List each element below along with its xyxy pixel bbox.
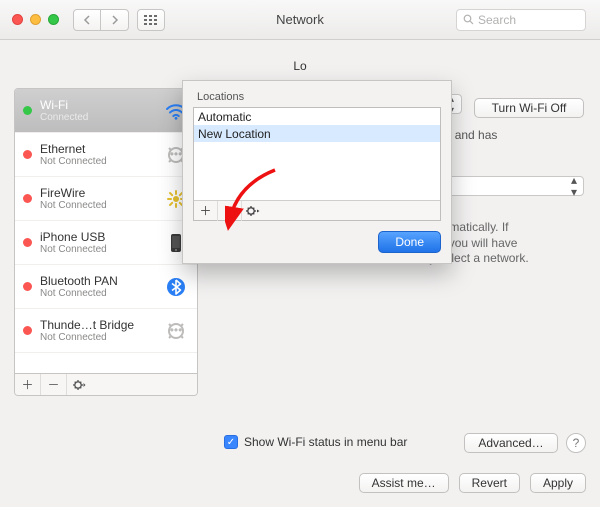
- sidebar-item[interactable]: Wi-FiConnected: [15, 89, 197, 133]
- title-bar: Network Search: [0, 0, 600, 40]
- locations-list[interactable]: AutomaticNew Location: [194, 108, 440, 200]
- service-name: Wi-Fi: [40, 98, 155, 112]
- zoom-window-button[interactable]: [48, 14, 59, 25]
- preference-pane: Lo ▴▾ Wi-FiConnectedEthernetNot Connecte…: [0, 40, 600, 507]
- search-placeholder: Search: [478, 13, 516, 27]
- location-label: Lo: [293, 59, 306, 73]
- service-name: Bluetooth PAN: [40, 274, 155, 288]
- forward-button[interactable]: [101, 9, 129, 31]
- turn-wifi-off-button[interactable]: Turn Wi-Fi Off: [474, 98, 584, 118]
- revert-button[interactable]: Revert: [459, 473, 520, 493]
- location-actions-button[interactable]: [242, 201, 266, 221]
- add-location-button[interactable]: ＋: [194, 201, 218, 221]
- minimize-window-button[interactable]: [30, 14, 41, 25]
- show-status-label: Show Wi-Fi status in menu bar: [244, 435, 407, 449]
- show-status-checkbox[interactable]: ✓: [224, 435, 238, 449]
- show-status-row: ✓ Show Wi-Fi status in menu bar: [224, 435, 407, 449]
- help-button[interactable]: ?: [566, 433, 586, 453]
- sidebar-item[interactable]: Thunde…t BridgeNot Connected •••: [15, 309, 197, 353]
- sidebar-item[interactable]: iPhone USBNot Connected: [15, 221, 197, 265]
- advanced-button[interactable]: Advanced…: [464, 433, 558, 453]
- add-service-button[interactable]: ＋: [15, 374, 41, 396]
- service-status: Connected: [40, 112, 155, 123]
- services-sidebar: Wi-FiConnectedEthernetNot Connected•••Fi…: [14, 88, 198, 396]
- locations-sheet: Locations AutomaticNew Location ＋ － Done: [182, 80, 452, 264]
- ethernet-icon: •••: [163, 323, 189, 339]
- assist-button[interactable]: Assist me…: [359, 473, 449, 493]
- remove-service-button[interactable]: －: [41, 374, 67, 396]
- status-dot: [23, 326, 32, 335]
- locations-header: Locations: [193, 89, 441, 105]
- sidebar-item[interactable]: Bluetooth PANNot Connected: [15, 265, 197, 309]
- locations-listbox: AutomaticNew Location ＋ －: [193, 107, 441, 221]
- service-name: iPhone USB: [40, 230, 155, 244]
- service-name: FireWire: [40, 186, 155, 200]
- window-controls: [0, 14, 59, 25]
- remove-location-button[interactable]: －: [218, 201, 242, 221]
- service-name: Ethernet: [40, 142, 155, 156]
- search-field[interactable]: Search: [456, 9, 586, 31]
- status-dot: [23, 282, 32, 291]
- bluetooth-icon: [163, 277, 189, 297]
- location-row[interactable]: New Location: [194, 125, 440, 142]
- service-actions-button[interactable]: [67, 374, 93, 396]
- show-all-button[interactable]: [137, 9, 165, 31]
- done-button[interactable]: Done: [378, 231, 441, 253]
- status-dot: [23, 238, 32, 247]
- back-button[interactable]: [73, 9, 101, 31]
- service-status: Not Connected: [40, 244, 155, 255]
- service-status: Not Connected: [40, 288, 155, 299]
- svg-text:•••: •••: [170, 323, 183, 337]
- location-row[interactable]: Automatic: [194, 108, 440, 125]
- search-icon: [463, 14, 474, 25]
- service-status: Not Connected: [40, 332, 155, 343]
- sidebar-item[interactable]: FireWireNot Connected: [15, 177, 197, 221]
- sidebar-footer: ＋ －: [15, 373, 197, 395]
- nav-group: [73, 9, 129, 31]
- status-dot: [23, 194, 32, 203]
- status-dot: [23, 106, 32, 115]
- footer-buttons: Assist me… Revert Apply: [359, 473, 586, 493]
- status-dot: [23, 150, 32, 159]
- apply-button[interactable]: Apply: [530, 473, 586, 493]
- service-name: Thunde…t Bridge: [40, 318, 155, 332]
- service-status: Not Connected: [40, 200, 155, 211]
- service-status: Not Connected: [40, 156, 155, 167]
- svg-text:•••: •••: [170, 147, 183, 161]
- close-window-button[interactable]: [12, 14, 23, 25]
- sidebar-item[interactable]: EthernetNot Connected •••: [15, 133, 197, 177]
